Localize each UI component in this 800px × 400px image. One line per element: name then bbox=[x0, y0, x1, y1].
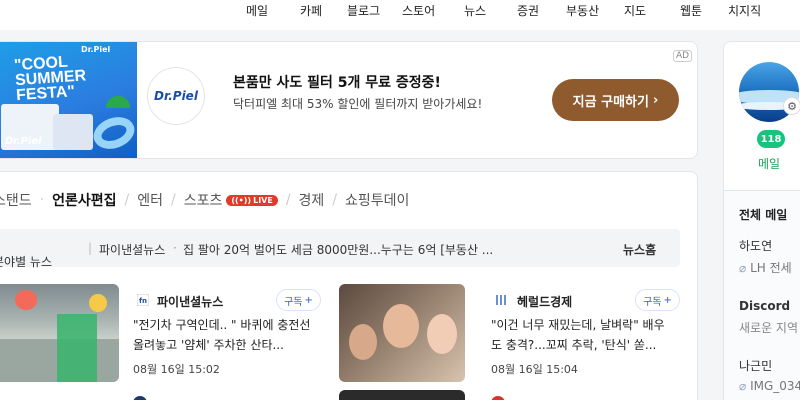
nav-cafe[interactable]: 카페 bbox=[300, 2, 322, 19]
ticker-headline[interactable]: 집 팔아 20억 벌어도 세금 8000만원...누구는 6억 [부동산 ... bbox=[183, 241, 493, 258]
chevron-right-icon: › bbox=[652, 92, 659, 108]
top-navigation: 메일 카페 블로그 스토어 뉴스 증권 부동산 지도 웹툰 치지직 bbox=[0, 0, 800, 30]
news-headline[interactable]: "전기차 구역인데.. " 바퀴에 충전선 올려놓고 '얌체' 주차한 산타..… bbox=[133, 315, 317, 355]
heart-emoji-icon bbox=[15, 290, 37, 310]
buy-now-label: 지금 구매하기 bbox=[572, 94, 649, 110]
news-panel: 스탠드 · 언론사편집 / 엔터 / 스포츠 ((•))LIVE / 경제 / … bbox=[0, 171, 698, 400]
subscribe-label: 구독 bbox=[284, 296, 303, 308]
category-label: 분야별 뉴스 bbox=[0, 255, 53, 269]
mail-sender[interactable]: 하도연 bbox=[739, 237, 772, 254]
ticker-separator: | bbox=[88, 241, 93, 255]
news-thumbnail[interactable] bbox=[0, 284, 119, 382]
heart-eyes-emoji-icon bbox=[89, 294, 107, 312]
press-logo-icon bbox=[496, 295, 506, 305]
mail-preview[interactable]: 새로운 지역 bbox=[739, 319, 798, 336]
buy-now-button[interactable]: 지금 구매하기 › bbox=[552, 79, 679, 121]
nav-webtoon[interactable]: 웹툰 bbox=[680, 2, 702, 19]
tab-divider: / bbox=[124, 192, 130, 208]
news-date: 08월 16일 15:04 bbox=[491, 363, 578, 376]
next-row-thumbnail[interactable] bbox=[339, 390, 465, 400]
news-home-link[interactable]: 뉴스홈 bbox=[623, 241, 656, 258]
news-tabs: 스탠드 · 언론사편집 / 엔터 / 스포츠 ((•))LIVE / 경제 / … bbox=[0, 190, 409, 210]
mail-sender[interactable]: Discord bbox=[739, 299, 790, 313]
plus-icon: + bbox=[304, 294, 313, 306]
gear-icon[interactable]: ⚙ bbox=[783, 97, 800, 115]
mailbox-title[interactable]: 전체 메일 bbox=[739, 206, 787, 223]
tab-economy[interactable]: 경제 bbox=[299, 190, 325, 210]
mail-preview[interactable]: ⌀ IMG_034 bbox=[739, 379, 800, 393]
ad-banner[interactable]: Dr.Piel "COOL SUMMER FESTA" Dr.Piel Dr.P… bbox=[0, 41, 698, 159]
person-face bbox=[427, 314, 457, 354]
nav-store[interactable]: 스토어 bbox=[402, 2, 435, 19]
subscribe-button[interactable]: 구독 + bbox=[276, 289, 321, 311]
nav-news[interactable]: 뉴스 bbox=[464, 2, 486, 19]
ad-brand-logo[interactable]: Dr.Piel bbox=[147, 67, 205, 125]
live-label: LIVE bbox=[253, 195, 273, 205]
tab-entertainment[interactable]: 엔터 bbox=[137, 190, 163, 210]
mail-preview-text: IMG_034 bbox=[750, 379, 800, 393]
tab-sports[interactable]: 스포츠 bbox=[184, 190, 223, 210]
nav-map[interactable]: 지도 bbox=[624, 2, 646, 19]
subscribe-label: 구독 bbox=[643, 296, 662, 308]
nav-chzzk[interactable]: 치지직 bbox=[728, 2, 761, 19]
ad-description[interactable]: 닥터피엘 최대 53% 할인에 필터까지 받아가세요! bbox=[233, 95, 483, 113]
svg-text:fn: fn bbox=[139, 297, 147, 305]
press-name[interactable]: 헤럴드경제 bbox=[517, 293, 572, 310]
tab-divider: / bbox=[285, 192, 291, 208]
news-subbar: 분야별 뉴스 ▾ | 파이낸셜뉴스 · 집 팔아 20억 벌어도 세금 8000… bbox=[0, 229, 680, 269]
dot-separator: · bbox=[39, 192, 45, 208]
subscribe-button[interactable]: 구독 + bbox=[635, 289, 680, 311]
person-face bbox=[349, 324, 377, 360]
press-logo-icon: fn bbox=[137, 294, 149, 306]
mail-count-badge[interactable]: 118 bbox=[757, 130, 785, 148]
ad-banner-image[interactable]: Dr.Piel "COOL SUMMER FESTA" Dr.Piel bbox=[0, 42, 137, 158]
press-logo-icon bbox=[133, 396, 147, 400]
ticker-source[interactable]: 파이낸셜뉴스 bbox=[99, 241, 165, 258]
tab-shopping-today[interactable]: 쇼핑투데이 bbox=[345, 190, 409, 210]
nav-mail[interactable]: 메일 bbox=[246, 2, 268, 19]
nav-blog[interactable]: 블로그 bbox=[347, 2, 380, 19]
live-signal-icon: ((•)) bbox=[231, 195, 252, 205]
tab-divider: / bbox=[332, 192, 338, 208]
user-panel: ⚙ 118 메일 전체 메일 하도연 ⌀ LH 전세 Discord 새로운 지… bbox=[723, 41, 800, 400]
paperclip-icon: ⌀ bbox=[739, 379, 747, 393]
dot-separator: · bbox=[173, 241, 177, 255]
green-parking-lane bbox=[57, 314, 97, 382]
tab-divider: / bbox=[170, 192, 176, 208]
swim-ring-icon bbox=[89, 111, 137, 155]
ad-banner-brand-bottom: Dr.Piel bbox=[5, 136, 42, 147]
nav-stock[interactable]: 증권 bbox=[517, 2, 539, 19]
mail-sender[interactable]: 나근민 bbox=[739, 357, 772, 374]
mail-link[interactable]: 메일 bbox=[758, 155, 780, 172]
plus-icon: + bbox=[663, 294, 672, 306]
product-box bbox=[53, 114, 93, 150]
news-headline[interactable]: "이건 너무 재밌는데, 날벼락" 배우도 충격?...꼬찌 추락, '탄식' … bbox=[491, 315, 675, 355]
ad-title[interactable]: 본품만 사도 필터 5개 무료 증정중! bbox=[233, 72, 441, 92]
palm-tree-icon bbox=[103, 82, 133, 108]
press-name[interactable]: 파이낸셜뉴스 bbox=[157, 293, 223, 310]
mail-preview-text: LH 전세 bbox=[750, 261, 792, 275]
news-date: 08월 16일 15:02 bbox=[133, 363, 220, 376]
news-thumbnail[interactable] bbox=[339, 284, 465, 382]
person-face bbox=[383, 304, 419, 348]
ad-tag[interactable]: AD bbox=[673, 50, 693, 62]
mail-list: 전체 메일 하도연 ⌀ LH 전세 Discord 새로운 지역 나근민 ⌀ I… bbox=[724, 190, 800, 400]
paperclip-icon: ⌀ bbox=[739, 261, 747, 275]
live-badge[interactable]: ((•)) LIVE bbox=[226, 194, 278, 206]
tab-press-edit[interactable]: 언론사편집 bbox=[52, 190, 116, 210]
nav-realestate[interactable]: 부동산 bbox=[566, 2, 599, 19]
press-logo-icon bbox=[491, 396, 505, 400]
mail-preview[interactable]: ⌀ LH 전세 bbox=[739, 259, 792, 276]
tab-stand[interactable]: 스탠드 bbox=[0, 190, 32, 210]
